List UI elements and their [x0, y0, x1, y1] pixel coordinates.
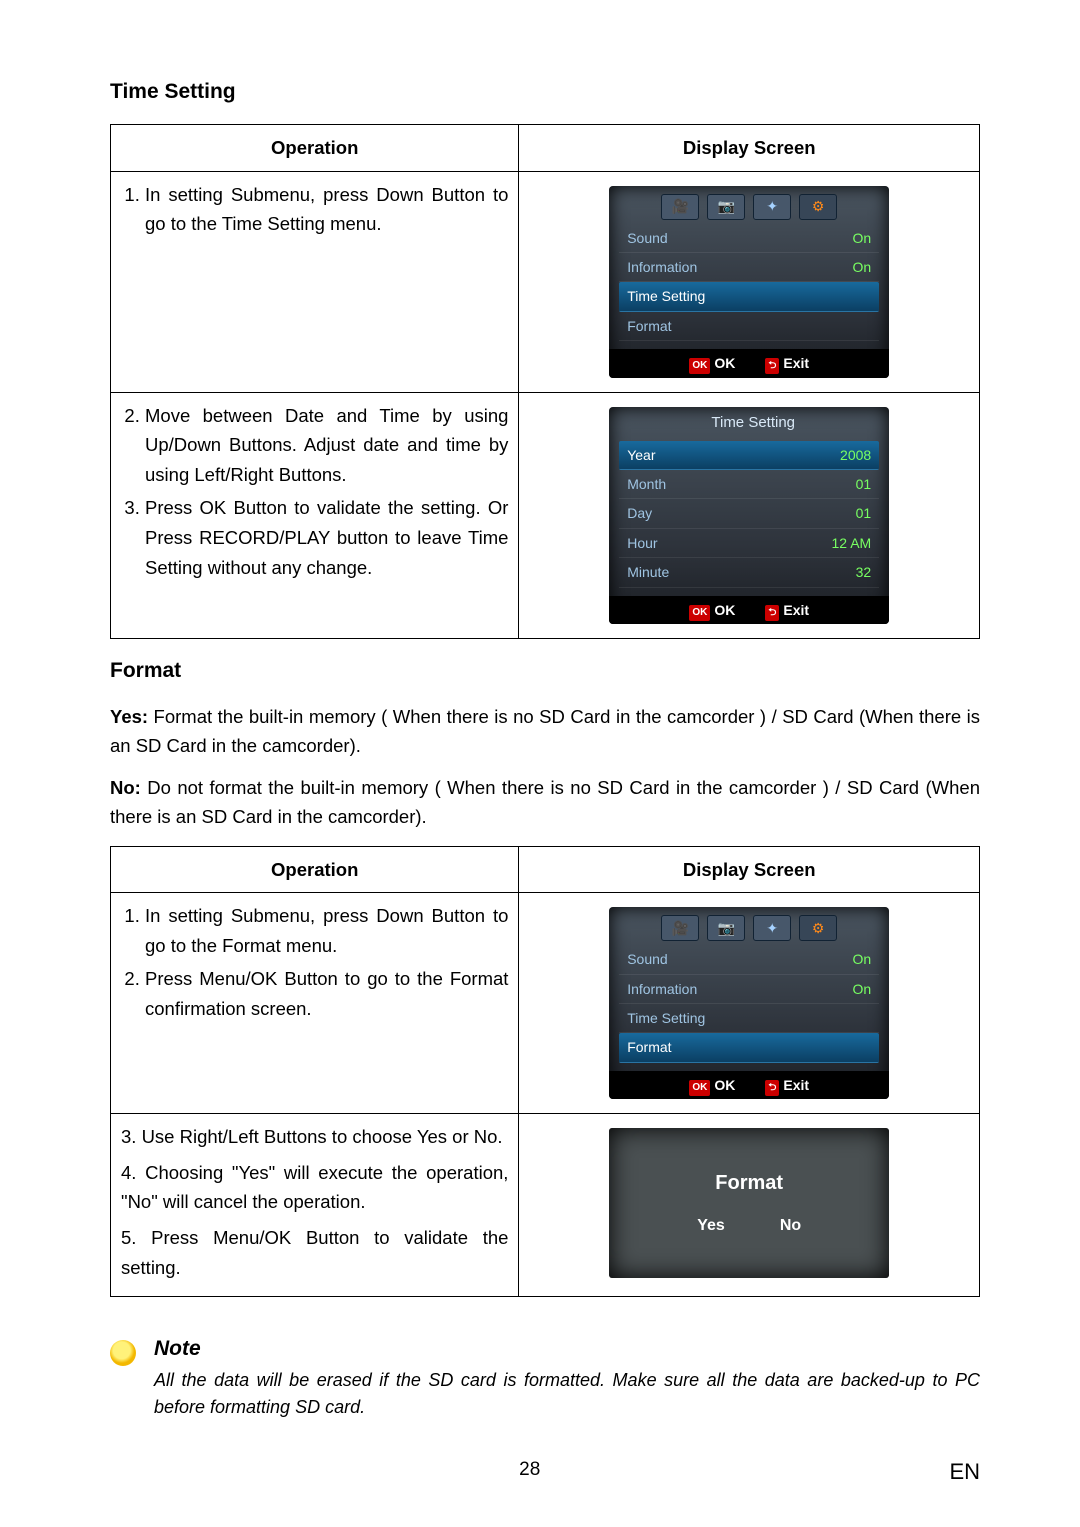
note-block: Note All the data will be erased if the … [110, 1337, 980, 1421]
fmt-step-1: In setting Submenu, press Down Button to… [145, 901, 508, 960]
camera-icon: 📷 [707, 194, 745, 220]
ts-step-3: Press OK Button to validate the setting.… [145, 493, 508, 582]
lcd-settings-menu-format: 🎥 📷 ✦ ⚙ SoundOnInformationOnTime Setting… [609, 907, 889, 1099]
camera-icon: 📷 [707, 915, 745, 941]
format-yes: Yes [697, 1213, 725, 1239]
lcd-settings-menu: 🎥 📷 ✦ ⚙ SoundOnInformationOnTime Setting… [609, 186, 889, 378]
time-setting-table: Operation Display Screen In setting Subm… [110, 124, 980, 639]
page-footer: 28 EN [0, 1459, 1080, 1485]
video-icon: 🎥 [661, 194, 699, 220]
effect-icon: ✦ [753, 194, 791, 220]
language-code: EN [949, 1459, 980, 1485]
fmt-step-4: 4. Choosing "Yes" will execute the opera… [121, 1158, 508, 1217]
gear-icon: ⚙ [799, 915, 837, 941]
fmt-step-2: Press Menu/OK Button to go to the Format… [145, 964, 508, 1023]
ok-hint: OKOK [689, 1074, 735, 1096]
format-table: Operation Display Screen In setting Subm… [110, 846, 980, 1298]
ok-hint: OKOK [689, 352, 735, 374]
format-yes-para: Yes: Format the built-in memory ( When t… [110, 703, 980, 760]
lcd-menu-row: Hour12 AM [619, 529, 879, 558]
lcd-menu-row: Time Setting [619, 282, 879, 311]
exit-hint: ⮌Exit [765, 1074, 809, 1096]
lcd-menu-row: Format [619, 1033, 879, 1062]
time-setting-heading: Time Setting [110, 80, 980, 104]
ts-row1-screen: 🎥 📷 ✦ ⚙ SoundOnInformationOnTime Setting… [519, 171, 980, 392]
format-no-para: No: Do not format the built-in memory ( … [110, 774, 980, 831]
lcd-menu-row: Year2008 [619, 441, 879, 470]
fmt-step-5: 5. Press Menu/OK Button to validate the … [121, 1223, 508, 1282]
lcd-menu-row: SoundOn [619, 945, 879, 974]
ok-hint: OKOK [689, 599, 735, 621]
gear-icon: ⚙ [799, 194, 837, 220]
header-display: Display Screen [519, 125, 980, 172]
lcd-menu-row: Day01 [619, 499, 879, 528]
note-heading: Note [154, 1337, 980, 1361]
lcd-menu-row: Time Setting [619, 1004, 879, 1033]
lcd-time-setting: Time Setting Year2008Month01Day01Hour12 … [609, 407, 889, 624]
lcd-menu-row: InformationOn [619, 975, 879, 1004]
lcd-title: Time Setting [609, 407, 889, 441]
fmt-row1-ops: In setting Submenu, press Down Button to… [111, 893, 519, 1114]
lcd-menu-row: Minute32 [619, 558, 879, 587]
ts-step-2: Move between Date and Time by using Up/D… [145, 401, 508, 490]
ts-row2-screen: Time Setting Year2008Month01Day01Hour12 … [519, 392, 980, 638]
lcd-menu-row: Format [619, 312, 879, 341]
fmt-row1-screen: 🎥 📷 ✦ ⚙ SoundOnInformationOnTime Setting… [519, 893, 980, 1114]
exit-hint: ⮌Exit [765, 352, 809, 374]
format-no: No [780, 1213, 801, 1239]
lcd-menu-row: Month01 [619, 470, 879, 499]
lcd-menu-row: InformationOn [619, 253, 879, 282]
video-icon: 🎥 [661, 915, 699, 941]
page-number: 28 [110, 1459, 949, 1485]
note-text: All the data will be erased if the SD ca… [154, 1367, 980, 1421]
ts-row1-ops: In setting Submenu, press Down Button to… [111, 171, 519, 392]
exit-hint: ⮌Exit [765, 599, 809, 621]
header-operation: Operation [111, 846, 519, 893]
ts-step-1: In setting Submenu, press Down Button to… [145, 180, 508, 239]
fmt-row2-ops: 3. Use Right/Left Buttons to choose Yes … [111, 1114, 519, 1297]
format-title: Format [715, 1167, 783, 1199]
lcd-menu-row: SoundOn [619, 224, 879, 253]
header-operation: Operation [111, 125, 519, 172]
lcd-format-confirm: Format Yes No [609, 1128, 889, 1278]
effect-icon: ✦ [753, 915, 791, 941]
fmt-row2-screen: Format Yes No [519, 1114, 980, 1297]
fmt-step-3: 3. Use Right/Left Buttons to choose Yes … [121, 1122, 508, 1152]
ts-row2-ops: Move between Date and Time by using Up/D… [111, 392, 519, 638]
header-display: Display Screen [519, 846, 980, 893]
lightbulb-icon [110, 1340, 136, 1366]
format-heading: Format [110, 659, 980, 683]
